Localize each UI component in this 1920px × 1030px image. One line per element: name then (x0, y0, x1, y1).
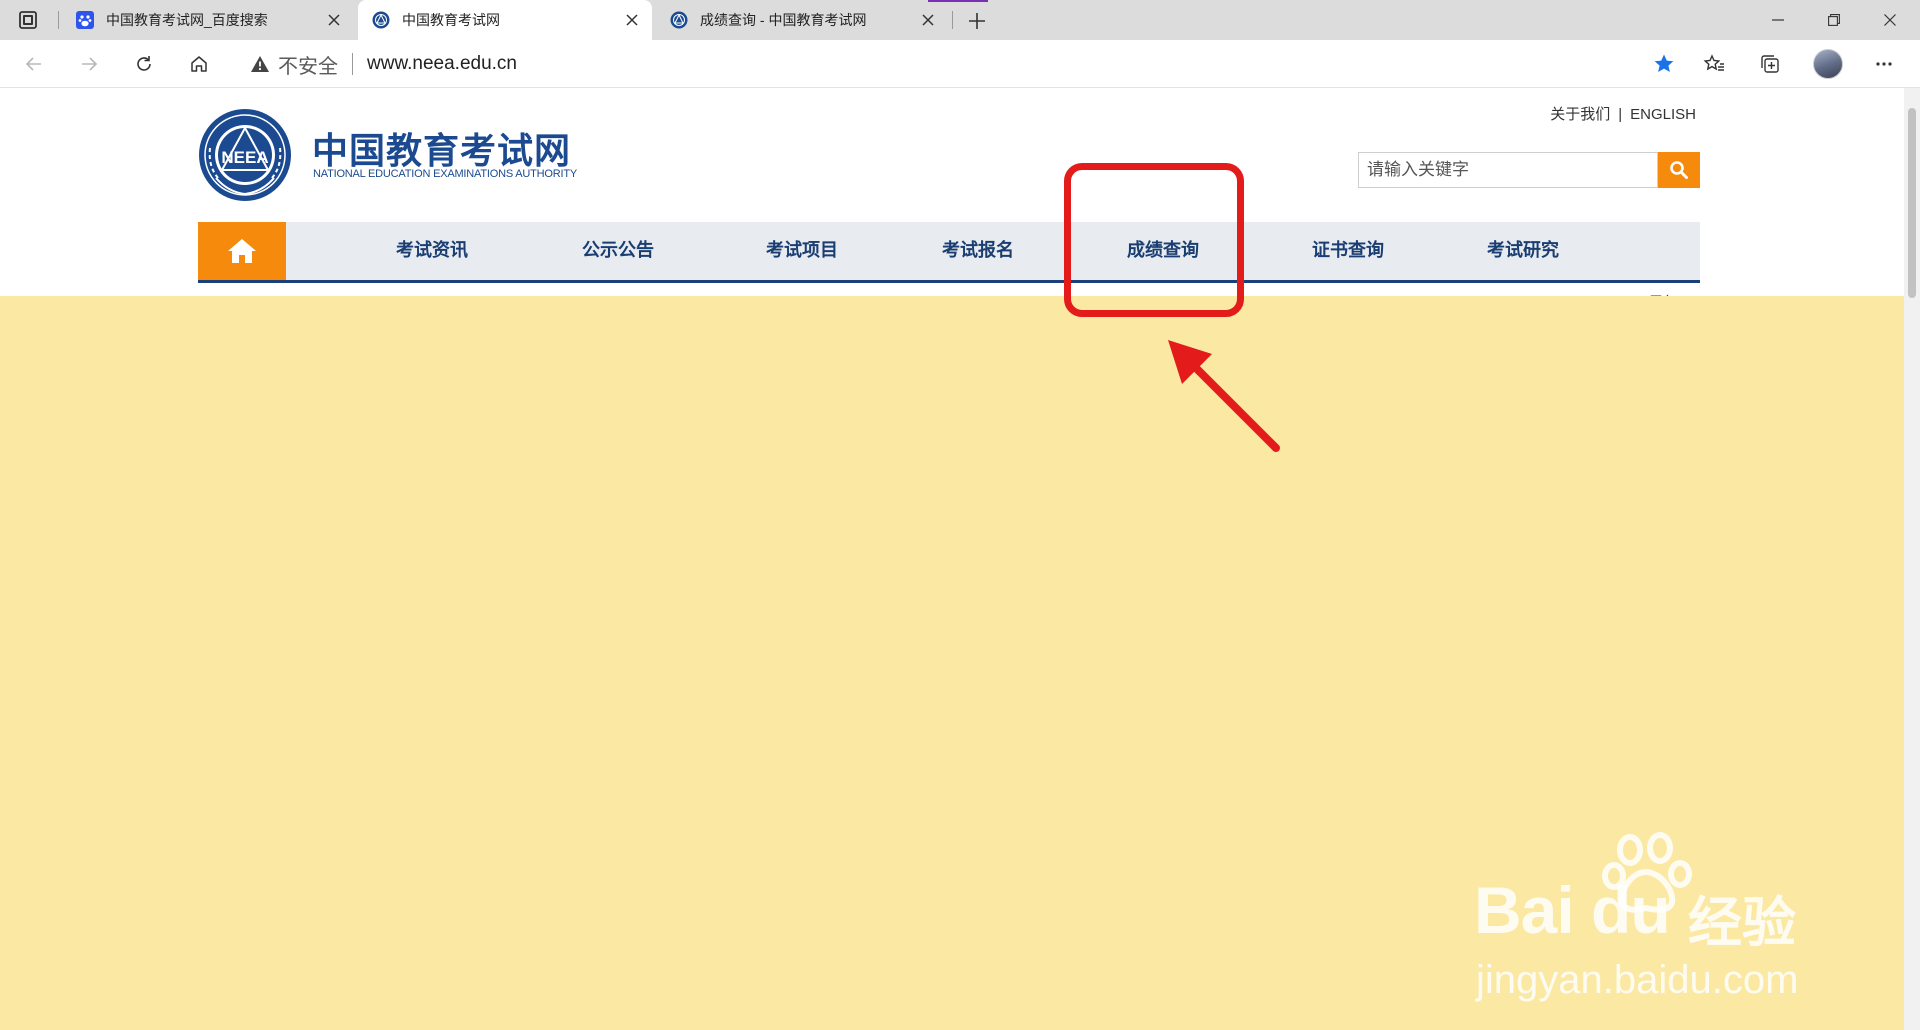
neea-emblem-logo[interactable]: NEEA (198, 108, 292, 202)
favorites-list-icon (1703, 54, 1724, 71)
url-text[interactable]: www.neea.edu.cn (367, 53, 517, 75)
nav-item-exam-news[interactable]: 考试资讯 (396, 222, 468, 280)
tab-separator (952, 11, 953, 29)
top-links-separator: | (1618, 106, 1623, 123)
nav-item-exam-research[interactable]: 考试研究 (1487, 222, 1559, 280)
minimize-icon (1772, 19, 1784, 21)
scrollbar-thumb[interactable] (1908, 108, 1916, 298)
close-tab-icon[interactable] (920, 12, 936, 28)
refresh-icon (137, 56, 151, 71)
security-label: 不安全 (278, 55, 338, 78)
warning-icon (251, 56, 269, 72)
favorite-star-button[interactable] (1652, 52, 1676, 81)
settings-menu-button[interactable] (1870, 50, 1898, 78)
address-bar[interactable]: 不安全 www.neea.edu.cn (236, 46, 1686, 82)
omnibox-divider (352, 53, 353, 75)
nav-item-certificate-query[interactable]: 证书查询 (1312, 222, 1384, 280)
back-button[interactable] (20, 50, 48, 78)
tab-strip: 中国教育考试网_百度搜索 中国教育考试网 成绩查询 - 中国教育考试网 (0, 0, 1920, 40)
top-links: 关于我们 | ENGLISH (1546, 103, 1700, 124)
tab-separator (58, 11, 59, 29)
restore-icon (1828, 14, 1840, 26)
new-tab-button[interactable] (964, 8, 990, 34)
page-viewport: NEEA 中国教育考试网 NATIONAL EDUCATION EXAMINAT… (0, 88, 1920, 1030)
site-header: NEEA 中国教育考试网 NATIONAL EDUCATION EXAMINAT… (198, 88, 1700, 296)
baidu-paw-icon (76, 11, 94, 29)
close-tab-icon[interactable] (624, 12, 640, 28)
nav-item-registration[interactable]: 考试报名 (942, 222, 1014, 280)
site-search (1358, 152, 1700, 188)
close-tab-icon[interactable] (326, 12, 342, 28)
tab-title: 成绩查询 - 中国教育考试网 (700, 12, 867, 28)
tab-title: 中国教育考试网_百度搜索 (106, 12, 268, 28)
watermark-product: 经验 (1688, 891, 1796, 954)
security-indicator[interactable]: 不安全 (236, 50, 338, 79)
tab-actions-icon[interactable] (18, 10, 40, 30)
restore-button[interactable] (1806, 0, 1862, 40)
neea-logo-icon (670, 11, 688, 29)
site-logo-title[interactable]: 中国教育考试网 (312, 122, 571, 174)
home-icon (228, 239, 256, 263)
nav-item-exam-programs[interactable]: 考试项目 (766, 222, 838, 280)
close-icon (1884, 14, 1896, 26)
main-nav: 考试资讯 公示公告 考试项目 考试报名 成绩查询 证书查询 考试研究 (198, 222, 1700, 283)
nav-home-button[interactable] (198, 222, 286, 280)
profile-avatar[interactable] (1813, 49, 1843, 79)
tab-group-indicator (928, 0, 988, 2)
neea-logo-icon (372, 11, 390, 29)
tab-baidu-search[interactable]: 中国教育考试网_百度搜索 (62, 0, 354, 40)
emblem-text: NEEA (221, 148, 268, 167)
arrow-right-icon (82, 57, 98, 71)
baidu-jingyan-watermark: Bai du 经验 jingyan.baidu.com (1474, 828, 1834, 1002)
collections-button[interactable] (1756, 50, 1784, 78)
more-dots-icon (1876, 62, 1892, 66)
home-icon (191, 56, 207, 72)
home-button[interactable] (185, 50, 213, 78)
arrow-left-icon (25, 57, 41, 71)
site-logo-subtitle: NATIONAL EDUCATION EXAMINATIONS AUTHORIT… (313, 168, 577, 180)
watermark-brand: Bai du (1474, 873, 1671, 947)
pointer-arrow-icon (1168, 340, 1280, 452)
refresh-button[interactable] (130, 50, 158, 78)
tab-neea-home[interactable]: 中国教育考试网 (358, 0, 652, 40)
close-window-button[interactable] (1862, 0, 1918, 40)
favorites-button[interactable] (1700, 50, 1728, 78)
star-filled-icon (1654, 54, 1674, 72)
nav-item-announcements[interactable]: 公示公告 (582, 222, 654, 280)
english-link[interactable]: ENGLISH (1630, 106, 1696, 123)
collections-icon (1761, 55, 1779, 73)
watermark-url: jingyan.baidu.com (1476, 958, 1799, 1002)
about-us-link[interactable]: 关于我们 (1550, 106, 1610, 123)
search-icon (1670, 161, 1688, 179)
page-scrollbar[interactable] (1904, 88, 1920, 1030)
search-input[interactable] (1358, 152, 1658, 188)
tab-score-query[interactable]: 成绩查询 - 中国教育考试网 (656, 0, 948, 40)
forward-button[interactable] (75, 50, 103, 78)
minimize-button[interactable] (1750, 0, 1806, 40)
tab-title: 中国教育考试网 (402, 12, 500, 28)
plus-icon (969, 13, 985, 29)
browser-toolbar: 不安全 www.neea.edu.cn (0, 40, 1920, 88)
search-button[interactable] (1658, 152, 1700, 188)
score-query-highlight (1064, 163, 1244, 317)
